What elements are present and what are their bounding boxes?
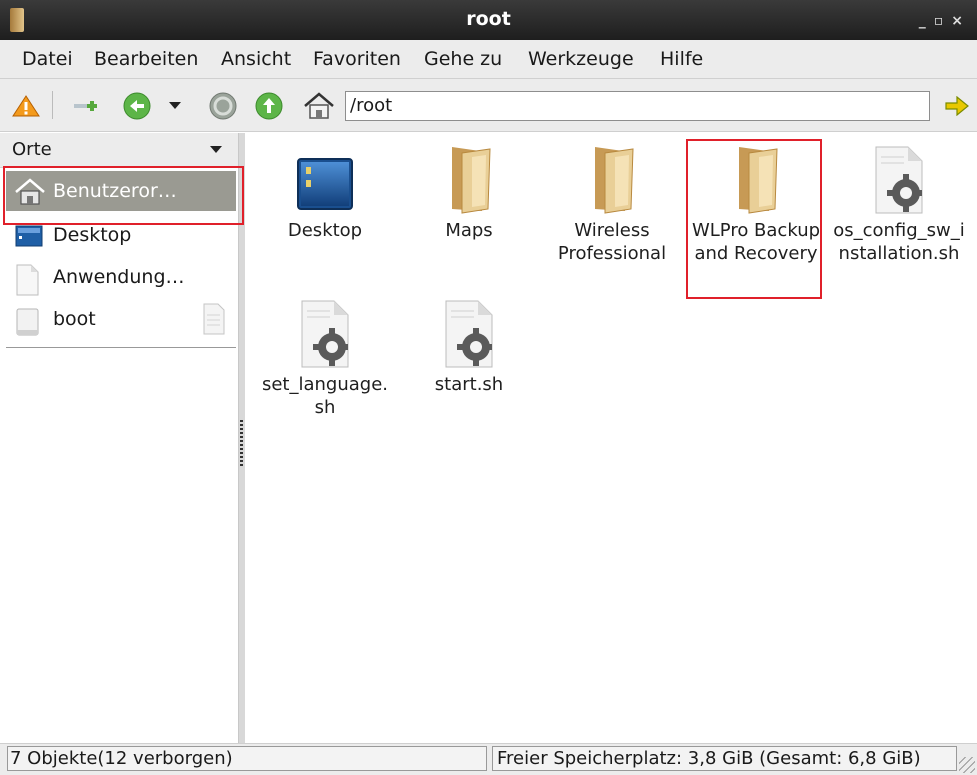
toolbar-separator: [52, 91, 53, 119]
folder-icon: [452, 147, 491, 214]
script-icon: [875, 146, 923, 214]
title-bar: root _▫×: [0, 0, 977, 40]
sidebar-item-boot[interactable]: boot: [6, 299, 236, 339]
file-item-set-language[interactable]: set_language.sh: [260, 295, 390, 419]
script-icon: [445, 300, 493, 368]
file-item-maps[interactable]: Maps: [404, 141, 534, 242]
file-label: Desktop: [287, 220, 363, 241]
back-icon[interactable]: [122, 91, 152, 121]
script-icon: [301, 300, 349, 368]
file-label: Maps: [445, 220, 493, 241]
menu-favoriten[interactable]: Favoriten: [313, 48, 401, 70]
chevron-down-icon: [210, 146, 222, 153]
highlight-box: [686, 139, 822, 299]
status-object-count: 7 Objekte(12 verborgen): [7, 746, 487, 771]
drive-icon: [16, 308, 39, 336]
file-label: os_config_sw_installation.sh: [833, 220, 965, 264]
file-item-os-config[interactable]: os_config_sw_installation.sh: [831, 141, 967, 265]
address-bar[interactable]: /root: [345, 91, 930, 121]
resize-grip-icon[interactable]: [959, 757, 975, 773]
file-label: start.sh: [434, 374, 504, 395]
warning-icon[interactable]: [12, 94, 40, 118]
file-item-start-sh[interactable]: start.sh: [404, 295, 534, 396]
forward-icon[interactable]: [208, 91, 238, 121]
new-tab-icon[interactable]: [72, 96, 102, 116]
file-label: set_language.sh: [261, 374, 389, 418]
history-dropdown-icon[interactable]: [168, 101, 182, 111]
window-title: root: [466, 8, 511, 30]
status-bar: 7 Objekte(12 verborgen) Freier Speicherp…: [0, 743, 977, 775]
places-selector[interactable]: Orte: [0, 133, 238, 168]
menu-gehe-zu[interactable]: Gehe zu: [424, 48, 502, 70]
places-header-label: Orte: [12, 139, 52, 160]
close-icon[interactable]: ×: [951, 13, 971, 29]
file-label: Wireless Professional: [557, 220, 667, 264]
up-icon[interactable]: [254, 91, 284, 121]
home-icon[interactable]: [302, 91, 336, 121]
desktop-folder-icon: [297, 158, 353, 210]
maximize-icon[interactable]: ▫: [934, 13, 952, 29]
menu-bar: Datei Bearbeiten Ansicht Favoriten Gehe …: [0, 40, 977, 79]
menu-werkzeuge[interactable]: Werkzeuge: [528, 48, 634, 70]
menu-ansicht[interactable]: Ansicht: [221, 48, 291, 70]
minimize-icon[interactable]: _: [919, 13, 934, 29]
status-free-space: Freier Speicherplatz: 3,8 GiB (Gesamt: 6…: [492, 746, 957, 771]
file-item-wireless-professional[interactable]: Wireless Professional: [547, 141, 677, 265]
sidebar-item-label: Desktop: [53, 224, 132, 246]
menu-datei[interactable]: Datei: [22, 48, 73, 70]
splitter-grip[interactable]: [240, 420, 243, 468]
file-item-desktop[interactable]: Desktop: [260, 141, 390, 242]
sidebar-item-applications[interactable]: Anwendung…: [6, 257, 236, 297]
file-view: Desktop Maps Wireless Professional WLPro…: [245, 133, 977, 743]
go-icon[interactable]: [944, 96, 970, 116]
window-controls: _▫×: [919, 13, 971, 29]
menu-bearbeiten[interactable]: Bearbeiten: [94, 48, 198, 70]
eject-icon[interactable]: [202, 303, 226, 335]
highlight-box: [3, 166, 244, 225]
folder-icon: [595, 147, 634, 214]
desktop-icon: [15, 225, 43, 247]
sidebar-item-label: boot: [53, 308, 96, 330]
menu-hilfe[interactable]: Hilfe: [660, 48, 703, 70]
sidebar-item-label: Anwendung…: [53, 266, 185, 288]
sidebar-separator: [6, 347, 236, 348]
file-icon: [16, 264, 39, 296]
